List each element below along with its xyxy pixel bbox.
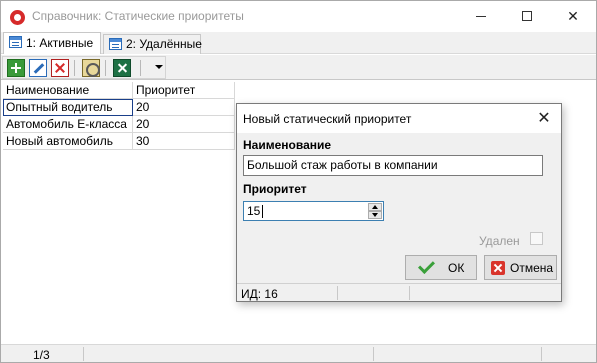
row-priority: 30 bbox=[133, 133, 235, 150]
minimize-button[interactable] bbox=[458, 1, 504, 32]
priority-list: Наименование Приоритет Опытный водитель … bbox=[3, 82, 235, 150]
row-priority: 20 bbox=[133, 99, 235, 116]
name-field[interactable]: Большой стаж работы в компании bbox=[243, 155, 543, 176]
cancel-label: Отмена bbox=[510, 261, 554, 275]
maximize-icon bbox=[522, 11, 532, 21]
toolbar-divider bbox=[105, 60, 106, 76]
dropdown-arrow-icon[interactable] bbox=[155, 65, 163, 69]
status-bar: 1/3 bbox=[1, 344, 596, 362]
spin-up-icon[interactable] bbox=[368, 203, 382, 211]
status-divider bbox=[337, 286, 338, 300]
maximize-button[interactable] bbox=[504, 1, 550, 32]
excel-icon[interactable] bbox=[113, 59, 131, 77]
deleted-checkbox[interactable] bbox=[530, 232, 543, 245]
toolbar-group bbox=[2, 56, 166, 79]
ok-label: ОК bbox=[448, 261, 465, 275]
status-divider bbox=[541, 347, 542, 361]
tab-label: 1: Активные bbox=[26, 36, 94, 50]
close-button[interactable]: ✕ bbox=[550, 1, 596, 32]
ok-button[interactable]: ОК bbox=[405, 255, 477, 280]
dialog-title-bar: Новый статический приоритет ✕ bbox=[237, 104, 561, 133]
column-header-priority[interactable]: Приоритет bbox=[133, 82, 235, 99]
row-name: Новый автомобиль bbox=[3, 133, 133, 150]
priority-label: Приоритет bbox=[243, 182, 307, 196]
status-divider bbox=[409, 286, 410, 300]
app-icon bbox=[10, 10, 25, 25]
list-row[interactable]: Автомобиль Е-класса 20 bbox=[3, 116, 235, 133]
dialog-close-icon[interactable]: ✕ bbox=[533, 108, 555, 130]
close-icon: ✕ bbox=[567, 8, 579, 24]
status-divider bbox=[373, 347, 374, 361]
dialog-title: Новый статический приоритет bbox=[243, 112, 412, 126]
dialog-status-bar: ИД: 16 bbox=[237, 283, 561, 301]
list-row[interactable]: Новый автомобиль 30 bbox=[3, 133, 235, 150]
minimize-icon bbox=[476, 16, 486, 17]
tab-label: 2: Удалённые bbox=[126, 37, 202, 51]
tab-deleted[interactable]: 2: Удалённые bbox=[103, 34, 202, 54]
window-title: Справочник: Статические приоритеты bbox=[32, 9, 244, 23]
list-icon bbox=[9, 36, 22, 48]
new-priority-dialog: Новый статический приоритет ✕ Наименован… bbox=[236, 103, 562, 302]
column-header-name[interactable]: Наименование bbox=[3, 82, 133, 99]
spin-buttons bbox=[368, 203, 382, 219]
edit-icon[interactable] bbox=[29, 59, 47, 77]
row-priority: 20 bbox=[133, 116, 235, 133]
check-icon bbox=[418, 257, 435, 274]
record-position: 1/3 bbox=[33, 348, 50, 362]
priority-spinner[interactable]: 15 bbox=[243, 201, 384, 221]
status-divider bbox=[83, 347, 84, 361]
add-icon[interactable] bbox=[7, 59, 25, 77]
tab-strip: 1: Активные 2: Удалённые bbox=[1, 32, 596, 54]
tab-active[interactable]: 1: Активные bbox=[3, 32, 101, 54]
record-id: ИД: 16 bbox=[241, 287, 278, 301]
cancel-icon bbox=[491, 261, 505, 275]
toolbar bbox=[1, 55, 596, 80]
list-row[interactable]: Опытный водитель 20 bbox=[3, 99, 235, 116]
text-caret bbox=[262, 205, 263, 218]
name-label: Наименование bbox=[243, 138, 332, 152]
row-name: Опытный водитель bbox=[3, 99, 133, 116]
title-bar: Справочник: Статические приоритеты ✕ bbox=[1, 1, 596, 32]
row-name: Автомобиль Е-класса bbox=[3, 116, 133, 133]
deleted-label: Удален bbox=[479, 234, 520, 248]
toolbar-divider bbox=[140, 60, 141, 76]
toolbar-divider bbox=[74, 60, 75, 76]
list-header: Наименование Приоритет bbox=[3, 82, 235, 99]
list-icon bbox=[109, 38, 122, 50]
spin-down-icon[interactable] bbox=[368, 211, 382, 219]
cancel-button[interactable]: Отмена bbox=[484, 255, 557, 280]
delete-icon[interactable] bbox=[51, 59, 69, 77]
priority-value: 15 bbox=[247, 204, 261, 218]
properties-icon[interactable] bbox=[82, 59, 100, 77]
